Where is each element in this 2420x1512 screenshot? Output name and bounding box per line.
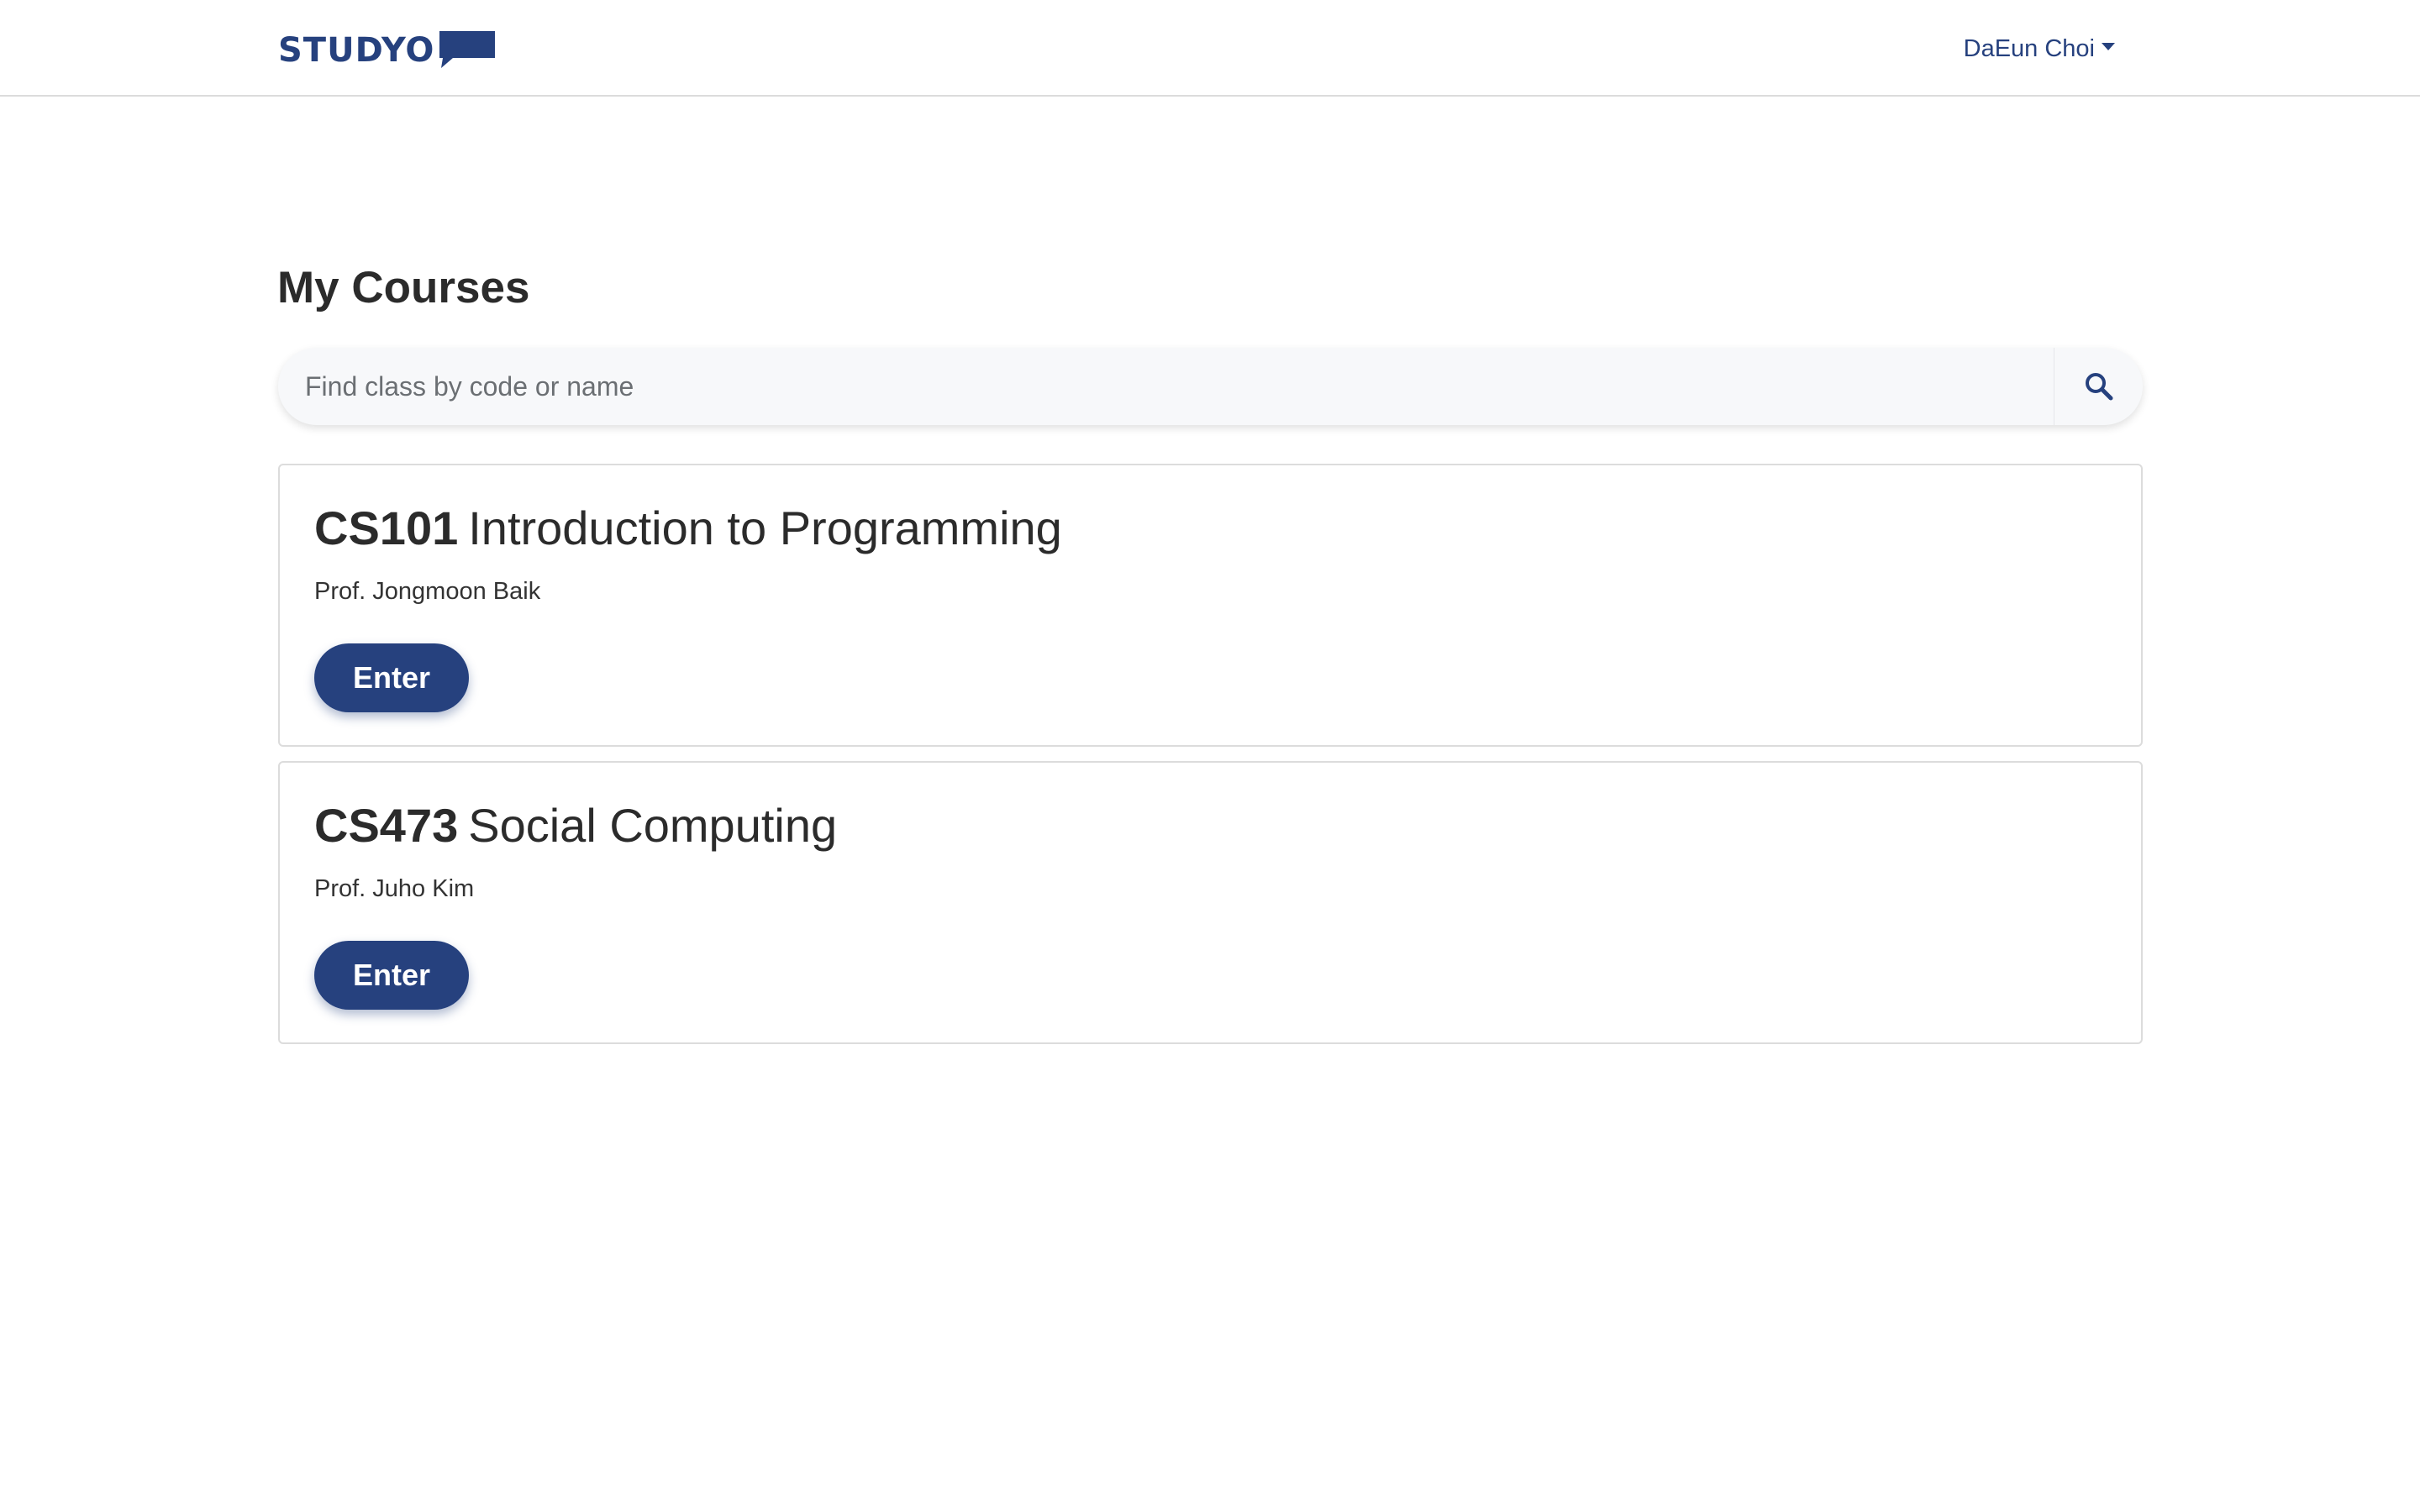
top-navbar: STUDYO DaEun Choi: [0, 0, 2420, 97]
course-professor: Prof. Juho Kim: [314, 875, 475, 902]
search-input[interactable]: [278, 348, 2054, 425]
course-search-bar: [278, 348, 2143, 425]
course-card: CS473 Social Computing Prof. Juho Kim Ent…: [278, 761, 2143, 1044]
course-title: CS473 Social Computing: [314, 796, 837, 855]
user-menu-dropdown[interactable]: DaEun Choi: [1964, 30, 2115, 67]
course-code: CS101: [314, 501, 459, 554]
page-title: My Courses: [277, 263, 530, 312]
course-card: CS101 Introduction to Programming Prof. J…: [278, 464, 2143, 747]
course-code: CS473: [314, 799, 459, 852]
logo-bubble-icon: [439, 31, 496, 68]
course-title: CS101 Introduction to Programming: [314, 499, 1062, 558]
user-name: DaEun Choi: [1963, 34, 2095, 62]
search-button[interactable]: [2054, 348, 2143, 425]
enter-course-button[interactable]: Enter: [314, 643, 469, 712]
course-professor: Prof. Jongmoon Baik: [314, 578, 541, 605]
enter-course-button[interactable]: Enter: [314, 941, 469, 1010]
search-icon: [2085, 373, 2112, 401]
studyo-logo[interactable]: STUDYO: [278, 27, 497, 74]
logo-text: STUDYO: [278, 31, 435, 70]
course-name: Social Computing: [468, 799, 838, 852]
course-name: Introduction to Programming: [468, 501, 1062, 554]
caret-down-icon: [2102, 42, 2115, 50]
